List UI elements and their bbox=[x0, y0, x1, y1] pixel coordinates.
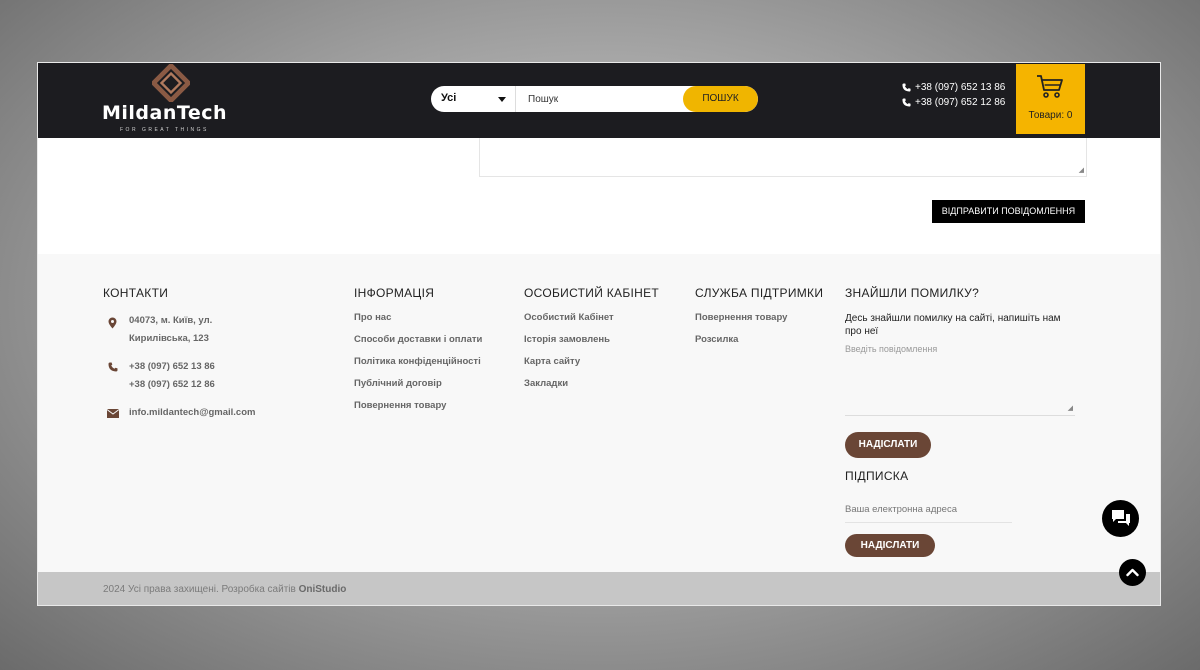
footer-email[interactable]: info.mildantech@gmail.com bbox=[129, 404, 255, 422]
studio-link[interactable]: OniStudio bbox=[299, 584, 347, 595]
contacts-title: КОНТАКТИ bbox=[103, 286, 169, 300]
shopping-cart-icon bbox=[1037, 75, 1063, 98]
chevron-up-icon bbox=[1126, 568, 1139, 577]
header-phone-1[interactable]: +38 (097) 652 13 86 bbox=[901, 80, 1005, 95]
info-title: ІНФОРМАЦІЯ bbox=[354, 286, 435, 300]
info-link-contract[interactable]: Публічний договір bbox=[354, 378, 442, 389]
error-message-textarea[interactable]: Введіть повідомлення ◢ bbox=[845, 342, 1075, 416]
search-bar: Усі ПОШУК bbox=[431, 86, 758, 112]
header-phone-1-text: +38 (097) 652 13 86 bbox=[915, 82, 1006, 93]
subscribe-title: ПІДПИСКА bbox=[845, 469, 909, 483]
support-link-returns[interactable]: Повернення товару bbox=[695, 312, 787, 323]
cart-button[interactable]: Товари: 0 bbox=[1016, 64, 1085, 134]
info-link-delivery[interactable]: Способи доставки і оплати bbox=[354, 334, 482, 345]
envelope-icon bbox=[107, 409, 119, 418]
message-textarea[interactable]: ◢ bbox=[479, 138, 1087, 177]
logo-tagline: FOR GREAT THINGS bbox=[120, 127, 209, 133]
error-message-placeholder: Введіть повідомлення bbox=[845, 344, 938, 354]
chat-bubbles-icon bbox=[1112, 510, 1130, 526]
copyright: 2024 Усі права захищені. Розробка сайтів… bbox=[103, 584, 346, 595]
phone-icon bbox=[108, 362, 118, 372]
send-message-button[interactable]: ВІДПРАВИТИ ПОВІДОМЛЕННЯ bbox=[932, 200, 1085, 223]
search-category-select[interactable]: Усі bbox=[431, 86, 516, 112]
address-line-2: Кирилівська, 123 bbox=[129, 333, 209, 344]
subscribe-email-input[interactable]: Ваша електронна адреса bbox=[845, 498, 1012, 523]
info-link-privacy[interactable]: Політика конфіденційності bbox=[354, 356, 481, 367]
subscribe-button[interactable]: НАДІСЛАТИ bbox=[845, 534, 935, 557]
location-pin-icon bbox=[108, 317, 117, 329]
search-button[interactable]: ПОШУК bbox=[683, 86, 758, 112]
address-line-1: 04073, м. Київ, ул. bbox=[129, 315, 213, 326]
page: MildanTech FOR GREAT THINGS Усі ПОШУК +3… bbox=[38, 63, 1160, 605]
phone-icon bbox=[902, 83, 911, 92]
error-description: Десь знайшли помилку на сайті, напишіть … bbox=[845, 313, 1061, 337]
footer-phone-2[interactable]: +38 (097) 652 12 86 bbox=[129, 376, 215, 394]
error-send-button[interactable]: НАДІСЛАТИ bbox=[845, 432, 931, 458]
resize-handle-icon[interactable]: ◢ bbox=[1079, 167, 1084, 174]
account-link-sitemap[interactable]: Карта сайту bbox=[524, 356, 580, 367]
account-link-bookmarks[interactable]: Закладки bbox=[524, 378, 568, 389]
info-link-returns[interactable]: Повернення товару bbox=[354, 400, 446, 411]
copyright-text: 2024 Усі права захищені. Розробка сайтів bbox=[103, 584, 296, 595]
account-link-cabinet[interactable]: Особистий Кабінет bbox=[524, 312, 614, 323]
copyright-bar: 2024 Усі права захищені. Розробка сайтів… bbox=[38, 572, 1160, 605]
footer: КОНТАКТИ 04073, м. Київ, ул. Кирилівська… bbox=[38, 254, 1160, 572]
account-title: ОСОБИСТИЙ КАБІНЕТ bbox=[524, 286, 660, 300]
account-link-orders[interactable]: Історія замовлень bbox=[524, 334, 610, 345]
support-link-newsletter[interactable]: Розсилка bbox=[695, 334, 738, 345]
subscribe-email-placeholder: Ваша електронна адреса bbox=[845, 504, 957, 515]
resize-handle-icon[interactable]: ◢ bbox=[1068, 405, 1073, 412]
logo-diamond-icon bbox=[152, 64, 190, 102]
header-phone-2[interactable]: +38 (097) 652 12 86 bbox=[901, 95, 1005, 110]
support-title: СЛУЖБА ПІДТРИМКИ bbox=[695, 286, 824, 300]
chat-button[interactable] bbox=[1102, 500, 1139, 537]
header-phone-2-text: +38 (097) 652 12 86 bbox=[915, 97, 1006, 108]
search-input[interactable] bbox=[516, 86, 698, 112]
search-category-value: Усі bbox=[441, 92, 457, 104]
footer-phone-1[interactable]: +38 (097) 652 13 86 bbox=[129, 358, 215, 376]
scroll-to-top-button[interactable] bbox=[1119, 559, 1146, 586]
caret-down-icon bbox=[498, 97, 506, 102]
phone-icon bbox=[902, 98, 911, 107]
info-link-about[interactable]: Про нас bbox=[354, 312, 391, 323]
error-title: ЗНАЙШЛИ ПОМИЛКУ? bbox=[845, 286, 980, 300]
site-header: MildanTech FOR GREAT THINGS Усі ПОШУК +3… bbox=[38, 63, 1160, 138]
cart-count: Товари: 0 bbox=[1028, 110, 1073, 121]
logo-text: MildanTech bbox=[102, 102, 227, 124]
logo[interactable]: MildanTech FOR GREAT THINGS bbox=[102, 63, 242, 138]
header-phones: +38 (097) 652 13 86 +38 (097) 652 12 86 bbox=[901, 80, 1005, 110]
